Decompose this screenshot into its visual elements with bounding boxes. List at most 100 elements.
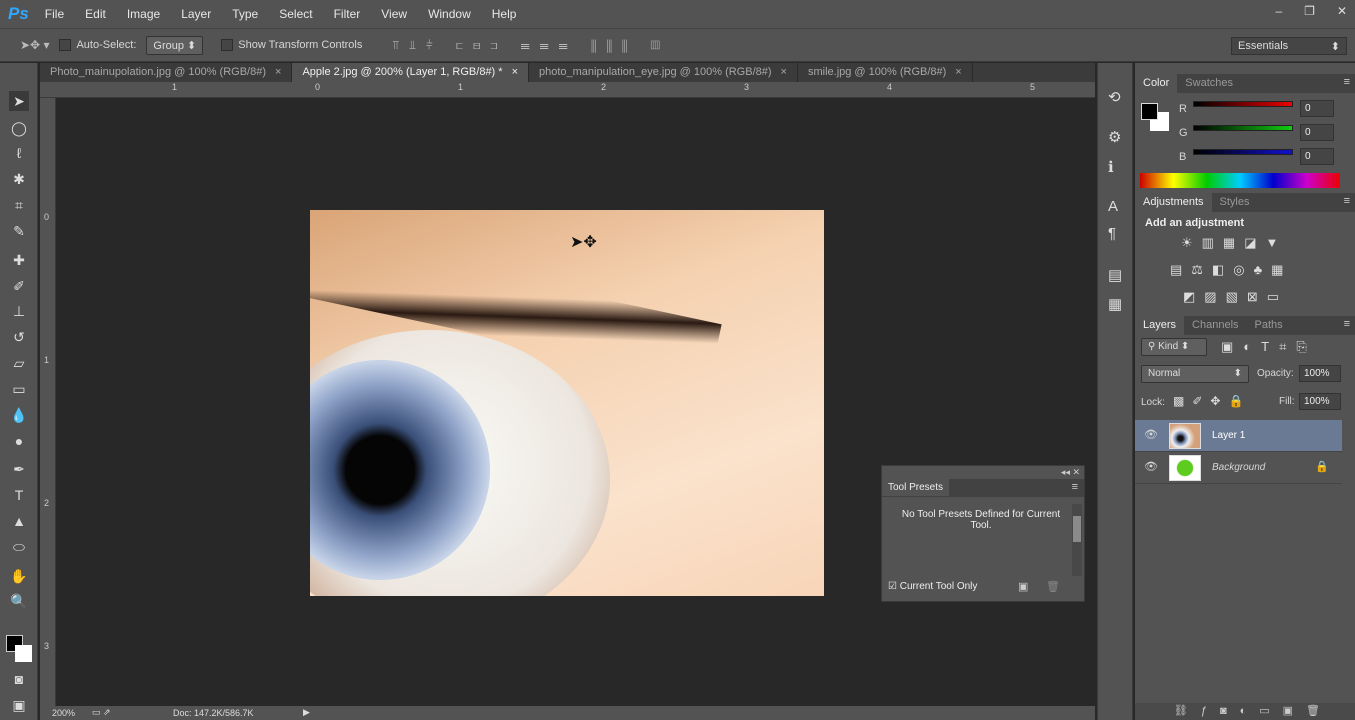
r-value-input[interactable]: 0 — [1300, 100, 1334, 117]
menu-select[interactable]: Select — [279, 7, 312, 21]
panel-menu-icon[interactable]: ≡ — [1344, 318, 1350, 330]
menu-window[interactable]: Window — [428, 7, 471, 21]
tab-close-icon[interactable]: × — [275, 66, 281, 78]
tab-close-icon[interactable]: × — [781, 66, 787, 78]
move-tool-icon[interactable]: ➤ — [9, 91, 29, 111]
tab-swatches[interactable]: Swatches — [1177, 74, 1241, 93]
quick-mask-icon[interactable]: ◙ — [9, 669, 29, 689]
g-value-input[interactable]: 0 — [1300, 124, 1334, 141]
b-value-input[interactable]: 0 — [1300, 148, 1334, 165]
blur-tool-icon[interactable]: 💧 — [9, 405, 29, 425]
g-slider[interactable] — [1193, 125, 1293, 131]
panel-collapse-close-icons[interactable]: ◂◂ ✕ — [1061, 467, 1080, 478]
info-icon[interactable]: ℹ — [1108, 158, 1114, 176]
color-ramp[interactable] — [1140, 173, 1340, 188]
status-icons[interactable]: ▭ ⇗ — [92, 707, 111, 718]
tab-adjustments[interactable]: Adjustments — [1135, 193, 1212, 212]
delete-preset-icon[interactable]: 🗑 — [1046, 580, 1060, 593]
adjustment-icons-row-2[interactable]: ▤⚖◧◎♣▦ — [1170, 262, 1292, 278]
lock-icons[interactable]: ▩✐✥🔒 — [1173, 394, 1251, 408]
restore-button[interactable]: ❐ — [1304, 4, 1315, 18]
tab-styles[interactable]: Styles — [1212, 193, 1258, 212]
tab-paths[interactable]: Paths — [1247, 316, 1291, 335]
layer-name[interactable]: Background — [1212, 462, 1265, 473]
menu-type[interactable]: Type — [232, 7, 258, 21]
scrollbar[interactable] — [1072, 504, 1082, 576]
tab-layers[interactable]: Layers — [1135, 316, 1185, 335]
history-brush-icon[interactable]: ↺ — [9, 327, 29, 347]
shape-tool-icon[interactable]: ⬭ — [9, 537, 29, 557]
path-select-icon[interactable]: ▲ — [9, 511, 29, 531]
paragraph-icon[interactable]: ¶ — [1108, 225, 1116, 242]
healing-brush-icon[interactable]: ✚ — [9, 250, 29, 270]
layer-filter-icons[interactable]: ▣◐T⌗⎘ — [1221, 339, 1317, 355]
tab-apple-2[interactable]: Apple 2.jpg @ 200% (Layer 1, RGB/8#) * × — [292, 63, 529, 82]
show-transform-checkbox[interactable]: Show Transform Controls — [221, 39, 362, 52]
visibility-eye-icon[interactable]: 👁 — [1144, 460, 1158, 473]
eraser-icon[interactable]: ▱ — [9, 353, 29, 373]
crop-tool-icon[interactable]: ⌗ — [9, 195, 29, 215]
stamp-tool-icon[interactable]: ⊥ — [9, 301, 29, 321]
menu-layer[interactable]: Layer — [181, 7, 211, 21]
fill-input[interactable]: 100% — [1299, 393, 1341, 410]
layer-name[interactable]: Layer 1 — [1212, 430, 1245, 441]
background-color-swatch[interactable] — [15, 645, 32, 662]
current-tool-only-checkbox[interactable]: ☑ Current Tool Only — [888, 581, 977, 592]
canvas-eye-image[interactable] — [310, 210, 824, 596]
history-icon[interactable]: ⟲ — [1108, 88, 1121, 106]
gradient-tool-icon[interactable]: ▭ — [9, 379, 29, 399]
tab-color[interactable]: Color — [1135, 74, 1178, 93]
zoom-tool-icon[interactable]: 🔍 — [9, 591, 29, 611]
type-tool-icon[interactable]: T — [9, 485, 29, 505]
tab-close-icon[interactable]: × — [512, 66, 518, 78]
menu-help[interactable]: Help — [492, 7, 517, 21]
status-menu-arrow-icon[interactable]: ▶ — [303, 707, 310, 718]
menu-image[interactable]: Image — [127, 7, 160, 21]
eyedropper-icon[interactable]: ✎ — [9, 221, 29, 241]
workspace-switcher[interactable]: Essentials ⬍ — [1231, 37, 1347, 55]
properties-icon[interactable]: ⚙ — [1108, 128, 1121, 146]
brush-tool-icon[interactable]: ✐ — [9, 276, 29, 296]
menu-file[interactable]: File — [45, 7, 64, 21]
tab-photo-mainupolation[interactable]: Photo_mainupolation.jpg @ 100% (RGB/8#) × — [40, 63, 293, 82]
lasso-tool-icon[interactable]: ℓ — [9, 143, 29, 163]
layers-footer-icons[interactable]: ⛓ƒ◙◐▭▣🗑 — [1135, 703, 1355, 720]
menu-view[interactable]: View — [381, 7, 407, 21]
menu-filter[interactable]: Filter — [334, 7, 361, 21]
dodge-tool-icon[interactable]: ● — [9, 431, 29, 451]
marquee-tool-icon[interactable]: ◯ — [9, 118, 29, 138]
move-tool-icon[interactable]: ➤✥ ▾ — [20, 38, 49, 52]
tab-channels[interactable]: Channels — [1184, 316, 1246, 335]
color-foreground-swatch[interactable] — [1141, 103, 1158, 120]
screen-mode-icon[interactable]: ▣ — [9, 695, 29, 715]
tab-close-icon[interactable]: × — [955, 66, 961, 78]
character-icon[interactable]: A — [1108, 198, 1118, 215]
layer-row-layer-1[interactable]: 👁 Layer 1 — [1135, 420, 1342, 452]
pen-tool-icon[interactable]: ✒ — [9, 459, 29, 479]
layer-row-background[interactable]: 👁 Background 🔒 — [1135, 452, 1342, 484]
visibility-eye-icon[interactable]: 👁 — [1144, 428, 1158, 441]
blend-mode-dropdown[interactable]: Normal ⬍ — [1141, 365, 1249, 383]
close-button[interactable]: ✕ — [1337, 4, 1347, 18]
menu-edit[interactable]: Edit — [85, 7, 106, 21]
tab-smile[interactable]: smile.jpg @ 100% (RGB/8#) × — [798, 63, 973, 82]
panel-menu-icon[interactable]: ≡ — [1072, 481, 1078, 493]
notes-icon[interactable]: ▦ — [1108, 295, 1122, 313]
brush-presets-icon[interactable]: ▤ — [1108, 266, 1122, 284]
layer-filter-dropdown[interactable]: ⚲ Kind ⬍ — [1141, 338, 1207, 356]
panel-menu-icon[interactable]: ≡ — [1344, 195, 1350, 207]
auto-select-target-dropdown[interactable]: Group ⬍ — [146, 35, 204, 55]
adjustment-icons-row-1[interactable]: ☀▥▦◪▼ — [1181, 235, 1287, 251]
magic-wand-icon[interactable]: ✱ — [9, 169, 29, 189]
align-icons[interactable]: ⫪⫫⫩ ⊏⊟⊐ ☰☰☰ ⫼⫼⫼ ▥ — [392, 38, 670, 53]
minimize-button[interactable]: – — [1275, 4, 1282, 18]
hand-tool-icon[interactable]: ✋ — [9, 566, 29, 586]
adjustment-icons-row-3[interactable]: ◩▨▧⊠▭ — [1183, 289, 1288, 305]
panel-menu-icon[interactable]: ≡ — [1344, 76, 1350, 88]
zoom-level[interactable]: 200% — [52, 708, 75, 718]
new-preset-icon[interactable]: ▣ — [1018, 580, 1028, 593]
auto-select-checkbox[interactable]: Auto-Select: — [59, 39, 136, 52]
tab-photo-manipulation-eye[interactable]: photo_manipulation_eye.jpg @ 100% (RGB/8… — [529, 63, 798, 82]
r-slider[interactable] — [1193, 101, 1293, 107]
opacity-input[interactable]: 100% — [1299, 365, 1341, 382]
